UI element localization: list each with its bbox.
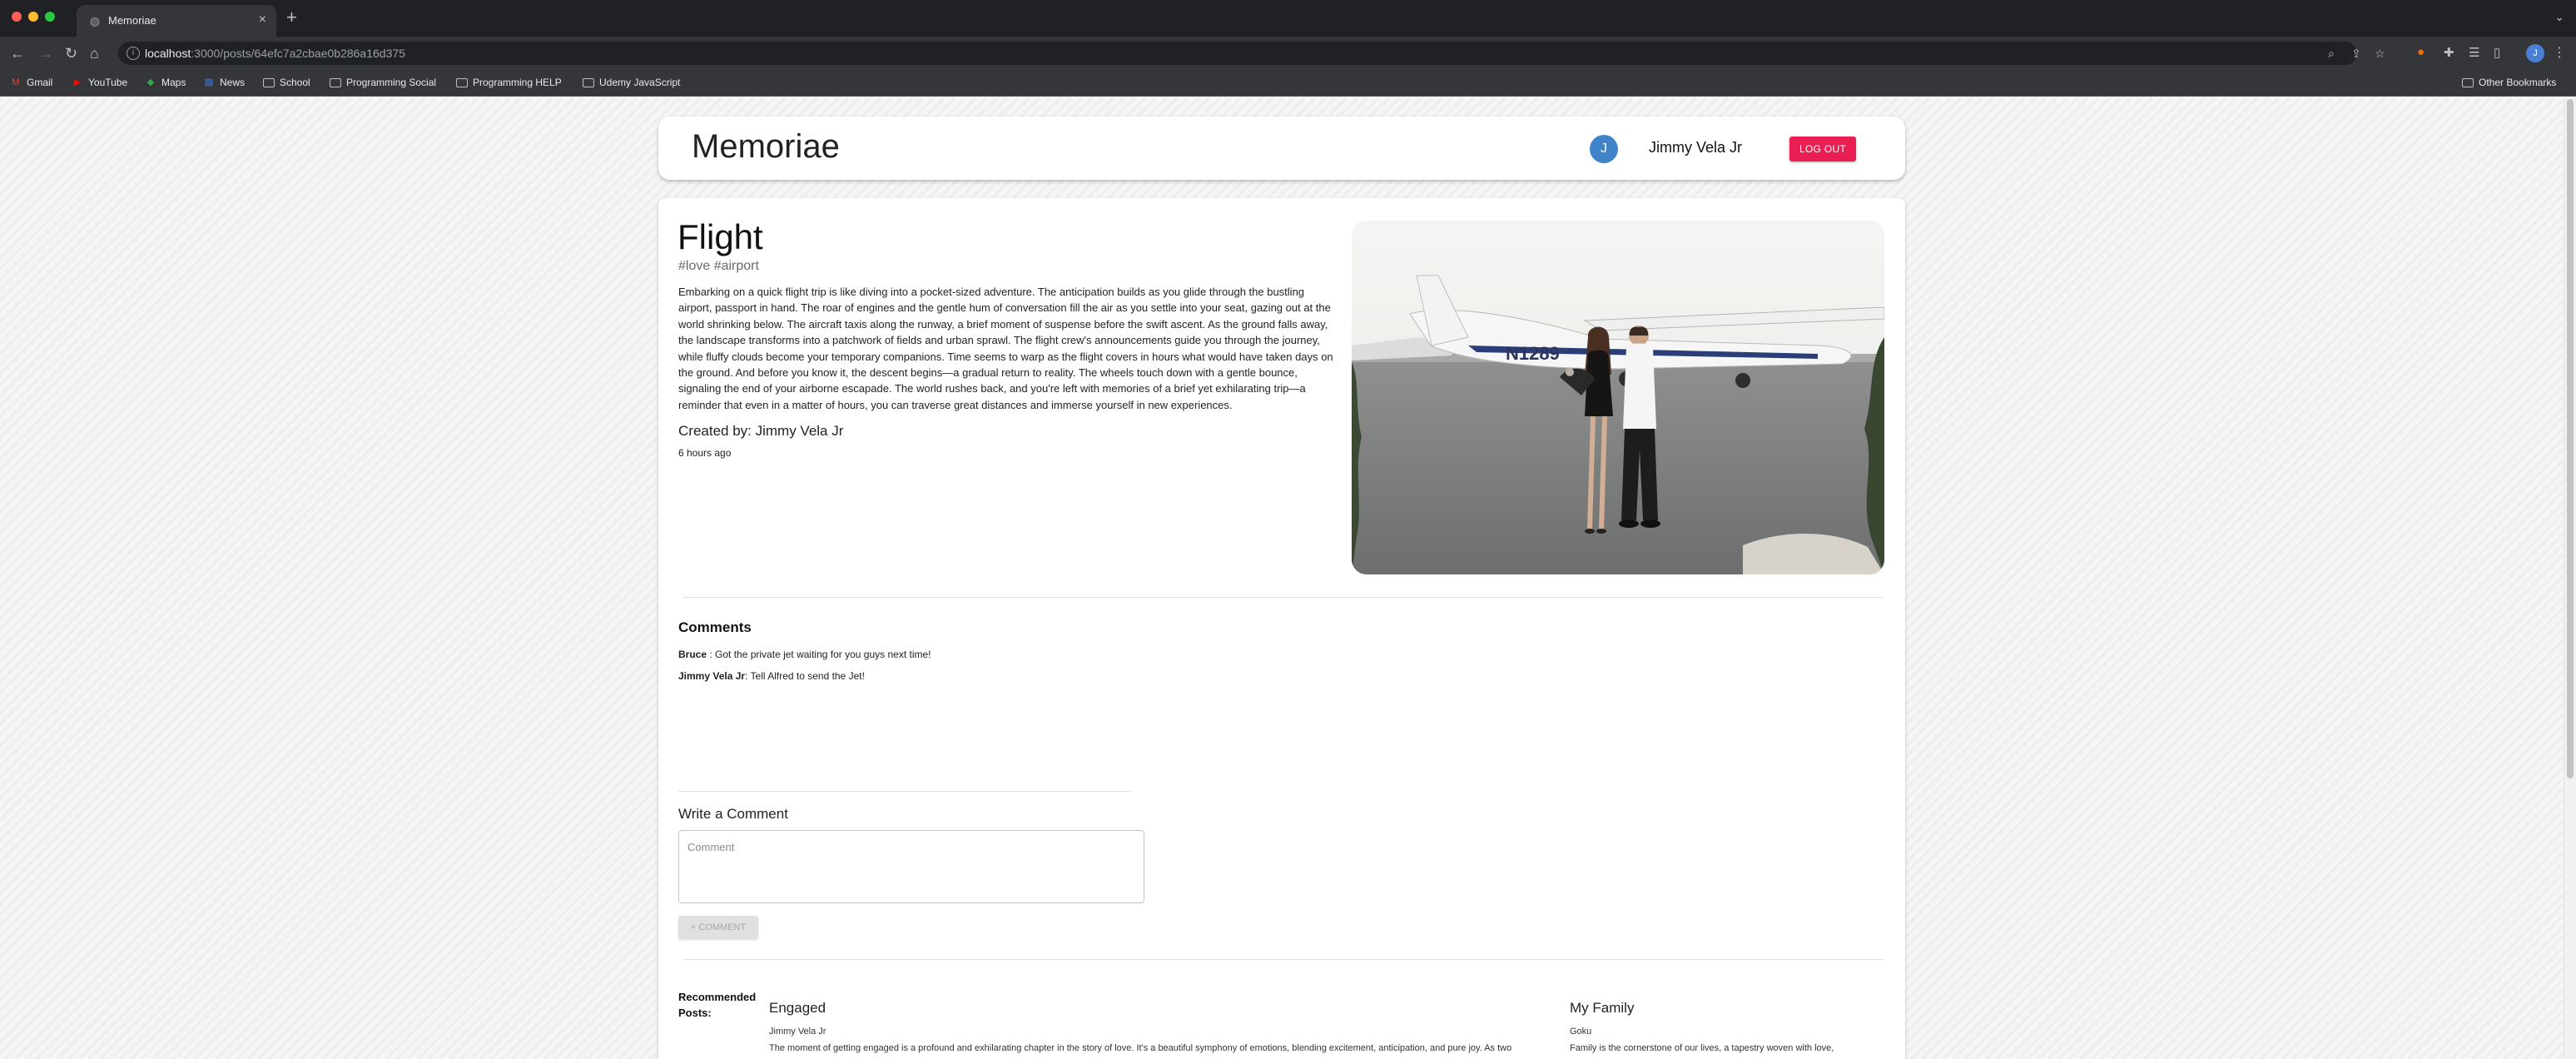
bookmark-school[interactable]: School [263, 77, 310, 88]
bookmark-star-icon[interactable]: ☆ [2375, 47, 2385, 61]
bookmark-news[interactable]: ▤ News [203, 77, 245, 88]
app-header: Memoriae J Jimmy Vela Jr LOG OUT [658, 117, 1905, 180]
bookmark-programming-social[interactable]: Programming Social [330, 77, 436, 88]
comment-author: Bruce [678, 649, 707, 660]
close-window-button[interactable] [12, 12, 22, 22]
recommended-post-card[interactable]: My Family Goku Family is the cornerstone… [1570, 1000, 1869, 1053]
bookmark-label: Other Bookmarks [2479, 77, 2557, 88]
bookmark-label: Programming HELP [473, 77, 562, 88]
bookmark-maps[interactable]: ◆ Maps [145, 77, 186, 88]
comment-author: Jimmy Vela Jr [678, 670, 746, 682]
maps-icon: ◆ [146, 77, 155, 87]
bookmark-label: YouTube [88, 77, 128, 88]
recommended-post-author: Jimmy Vela Jr [769, 1027, 826, 1037]
user-name: Jimmy Vela Jr [1649, 139, 1743, 156]
bookmark-label: Gmail [27, 77, 53, 88]
bookmark-udemy-javascript[interactable]: Udemy JavaScript [583, 77, 680, 88]
comments-divider [678, 791, 1131, 792]
globe-icon: ◍ [89, 14, 101, 27]
share-icon[interactable]: ⇪ [2351, 47, 2361, 61]
extensions-puzzle-icon[interactable]: ✚ [2444, 45, 2454, 60]
post-tags: #love #airport [678, 259, 759, 273]
gmail-icon: M [12, 77, 20, 87]
side-panel-icon[interactable]: ▯ [2494, 45, 2500, 60]
comment-text: Tell Alfred to send the Jet! [750, 670, 865, 682]
comment-field[interactable] [678, 830, 1144, 903]
comment-item: Bruce : Got the private jet waiting for … [678, 649, 931, 660]
address-bar[interactable]: i localhost:3000/posts/64efc7a2cbae0b286… [118, 42, 2385, 65]
bookmark-label: Maps [161, 77, 186, 88]
url-host: localhost [145, 47, 191, 60]
post-title: Flight [678, 217, 763, 256]
close-tab-icon[interactable]: × [259, 12, 266, 27]
recommended-posts-label: Recommended Posts: [678, 991, 757, 1019]
user-avatar: J [1590, 135, 1618, 163]
add-comment-button[interactable]: + COMMENT [678, 916, 758, 939]
recommended-post-excerpt: Family is the cornerstone of our lives, … [1570, 1043, 1834, 1053]
browser-toolbar: ← → ↻ ⌂ i localhost:3000/posts/64efc7a2c… [0, 37, 2576, 70]
forward-button[interactable]: → [38, 44, 53, 62]
back-button[interactable]: ← [10, 44, 25, 62]
recommended-post-title: Engaged [769, 1000, 826, 1016]
bookmark-programming-help[interactable]: Programming HELP [456, 77, 562, 88]
url-text[interactable]: localhost:3000/posts/64efc7a2cbae0b286a1… [145, 47, 405, 60]
recommended-post-author: Goku [1570, 1027, 1592, 1037]
bookmark-label: Udemy JavaScript [599, 77, 681, 88]
site-info-icon[interactable]: i [127, 47, 140, 60]
folder-icon [2462, 77, 2474, 87]
folder-icon [456, 77, 468, 87]
post-image: N1289 [1352, 221, 1884, 574]
bookmark-youtube[interactable]: ▶ YouTube [72, 77, 127, 88]
write-comment-heading: Write a Comment [678, 806, 788, 822]
logout-button[interactable]: LOG OUT [1789, 137, 1856, 162]
browser-tab-active[interactable]: ◍ Memoriae × [77, 5, 276, 37]
page-scrollbar[interactable] [2564, 97, 2576, 1059]
comments-heading: Comments [678, 619, 752, 635]
recommended-post-title: My Family [1570, 1000, 1635, 1016]
extension-icon[interactable]: ● [2417, 45, 2425, 59]
post-card: Flight #love #airport Embarking on a qui… [658, 198, 1905, 1059]
comment-text: Got the private jet waiting for you guys… [715, 649, 931, 660]
bookmark-label: Programming Social [346, 77, 437, 88]
profile-avatar[interactable]: J [2526, 44, 2544, 62]
comment-input[interactable] [679, 831, 1144, 902]
aircraft-registration: N1289 [1506, 343, 1560, 364]
bookmarks-bar: M Gmail ▶ YouTube ◆ Maps ▤ News School Progr… [0, 70, 2576, 97]
comment-separator: : [707, 649, 716, 660]
zoom-icon[interactable]: ⌕ [2328, 47, 2335, 61]
section-divider [683, 597, 1884, 598]
home-button[interactable]: ⌂ [90, 44, 99, 62]
chevron-down-icon[interactable]: ⌄ [2554, 10, 2564, 24]
recommended-post-card[interactable]: Engaged Jimmy Vela Jr The moment of gett… [769, 1000, 1551, 1053]
maximize-window-button[interactable] [45, 12, 55, 22]
bookmark-label: School [280, 77, 310, 88]
browser-menu-icon[interactable]: ⋮ [2553, 44, 2566, 61]
post-author: Created by: Jimmy Vela Jr [678, 423, 844, 439]
folder-icon [583, 77, 594, 87]
youtube-icon: ▶ [73, 77, 82, 87]
post-message: Embarking on a quick flight trip is like… [678, 286, 1333, 411]
tab-title: Memoriae [108, 14, 156, 27]
bookmark-other[interactable]: Other Bookmarks [2462, 77, 2556, 88]
reload-button[interactable]: ↻ [65, 44, 77, 62]
reading-list-icon[interactable]: ☰ [2469, 45, 2479, 60]
folder-icon [330, 77, 341, 87]
new-tab-button[interactable]: + [286, 8, 297, 27]
browser-tab-bar: ◍ Memoriae × + ⌄ [0, 0, 2576, 37]
url-path: :3000/posts/64efc7a2cbae0b286a16d375 [191, 47, 405, 60]
recommended-post-excerpt: The moment of getting engaged is a profo… [769, 1043, 1512, 1053]
comment-item: Jimmy Vela Jr: Tell Alfred to send the J… [678, 670, 865, 682]
news-icon: ▤ [204, 77, 214, 87]
scrollbar-thumb[interactable] [2567, 99, 2574, 778]
section-divider [683, 959, 1884, 960]
bookmark-gmail[interactable]: M Gmail [10, 77, 52, 88]
post-timestamp: 6 hours ago [678, 447, 732, 459]
minimize-window-button[interactable] [28, 12, 38, 22]
folder-icon [263, 77, 275, 87]
brand-logo[interactable]: Memoriae [692, 128, 840, 166]
bookmark-label: News [220, 77, 246, 88]
